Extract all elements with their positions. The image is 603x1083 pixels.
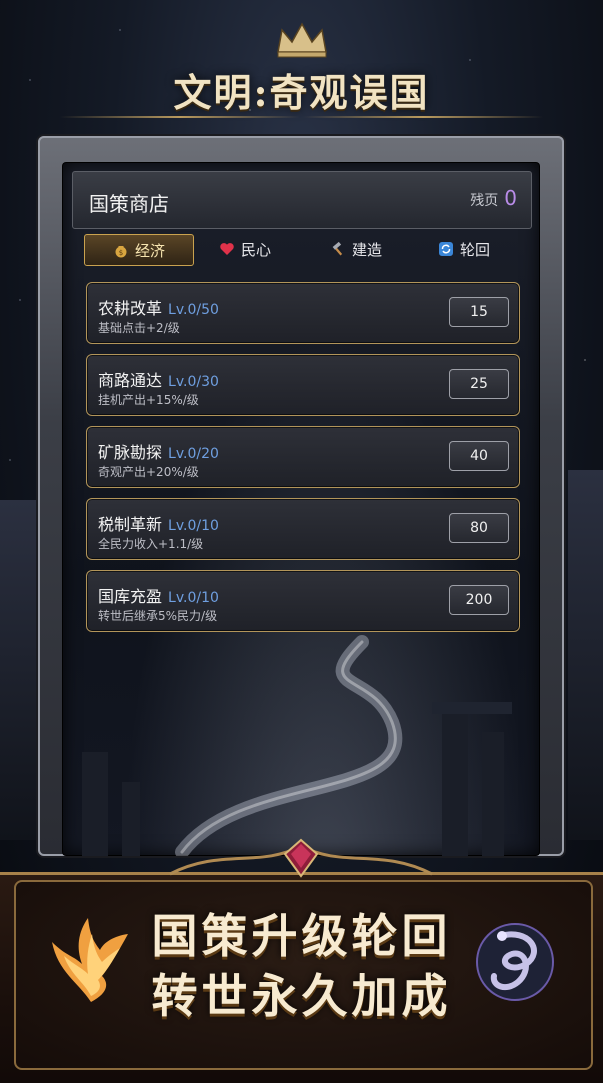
upgrade-row: 矿脉勘探 Lv.0/20 奇观产出+20%/级 40 [86, 426, 520, 488]
tab-label: 民心 [241, 240, 272, 259]
hammer-icon [330, 241, 346, 257]
tab-reincarnation[interactable]: 轮回 [428, 234, 500, 264]
remnant-label: 残页 [470, 193, 499, 209]
buy-button[interactable]: 15 [449, 297, 509, 327]
upgrade-name: 税制革新 [98, 515, 163, 534]
upgrade-desc: 奇观产出+20%/级 [98, 465, 199, 479]
game-title: 文明:奇观误国 [173, 70, 430, 115]
buy-button[interactable]: 80 [449, 513, 509, 543]
nebula-swirl [82, 635, 512, 856]
upgrade-row: 国库充盈 Lv.0/10 转世后继承5%民力/级 200 [86, 570, 520, 632]
title-divider-left [60, 116, 300, 118]
title-divider-right [303, 116, 543, 118]
upgrade-name: 矿脉勘探 [98, 443, 163, 462]
heart-icon [219, 241, 235, 257]
ruby-gem-icon [283, 838, 319, 878]
upgrade-level: Lv.0/10 [168, 518, 219, 534]
buy-button[interactable]: 200 [449, 585, 509, 615]
tab-label: 轮回 [460, 240, 491, 259]
upgrade-level: Lv.0/30 [168, 374, 219, 390]
upgrade-desc: 挂机产出+15%/级 [98, 393, 199, 407]
tab-build[interactable]: 建造 [320, 234, 392, 264]
upgrade-name: 国库充盈 [98, 587, 163, 606]
remnant-counter: 残页 0 [470, 186, 517, 210]
upgrade-desc: 全民力收入+1.1/级 [98, 537, 204, 551]
upgrade-level: Lv.0/10 [168, 590, 219, 606]
tab-morale[interactable]: 民心 [209, 234, 281, 264]
tab-economy[interactable]: $ 经济 [84, 234, 194, 266]
promo-line-2: 转世永久加成 [151, 969, 452, 1023]
upgrade-row: 商路通达 Lv.0/30 挂机产出+15%/级 25 [86, 354, 520, 416]
tab-label: 经济 [134, 241, 165, 260]
money-bag-icon: $ [113, 242, 129, 258]
crown-icon [277, 22, 327, 58]
buy-button[interactable]: 40 [449, 441, 509, 471]
tab-label: 建造 [352, 240, 383, 259]
shop-title: 国策商店 [89, 192, 169, 216]
upgrade-name: 农耕改革 [98, 299, 163, 318]
svg-text:$: $ [119, 249, 123, 257]
upgrade-level: Lv.0/20 [168, 446, 219, 462]
buy-button[interactable]: 25 [449, 369, 509, 399]
ruin-pillar-right [568, 470, 603, 840]
upgrade-row: 农耕改革 Lv.0/50 基础点击+2/级 15 [86, 282, 520, 344]
title-area: 文明:奇观误国 [0, 14, 603, 124]
upgrade-level: Lv.0/50 [168, 302, 219, 318]
upgrade-name: 商路通达 [98, 371, 163, 390]
upgrade-row: 税制革新 Lv.0/10 全民力收入+1.1/级 80 [86, 498, 520, 560]
upgrade-desc: 转世后继承5%民力/级 [98, 609, 218, 623]
cycle-icon [438, 241, 454, 257]
ruin-pillar-left [0, 500, 36, 840]
shop-header: 国策商店 残页 0 [72, 171, 532, 229]
category-tabs: $ 经济 民心 建造 轮回 [84, 234, 520, 266]
promo-line-1: 国策升级轮回 [151, 909, 452, 963]
upgrade-desc: 基础点击+2/级 [98, 321, 180, 335]
remnant-value: 0 [504, 186, 517, 210]
